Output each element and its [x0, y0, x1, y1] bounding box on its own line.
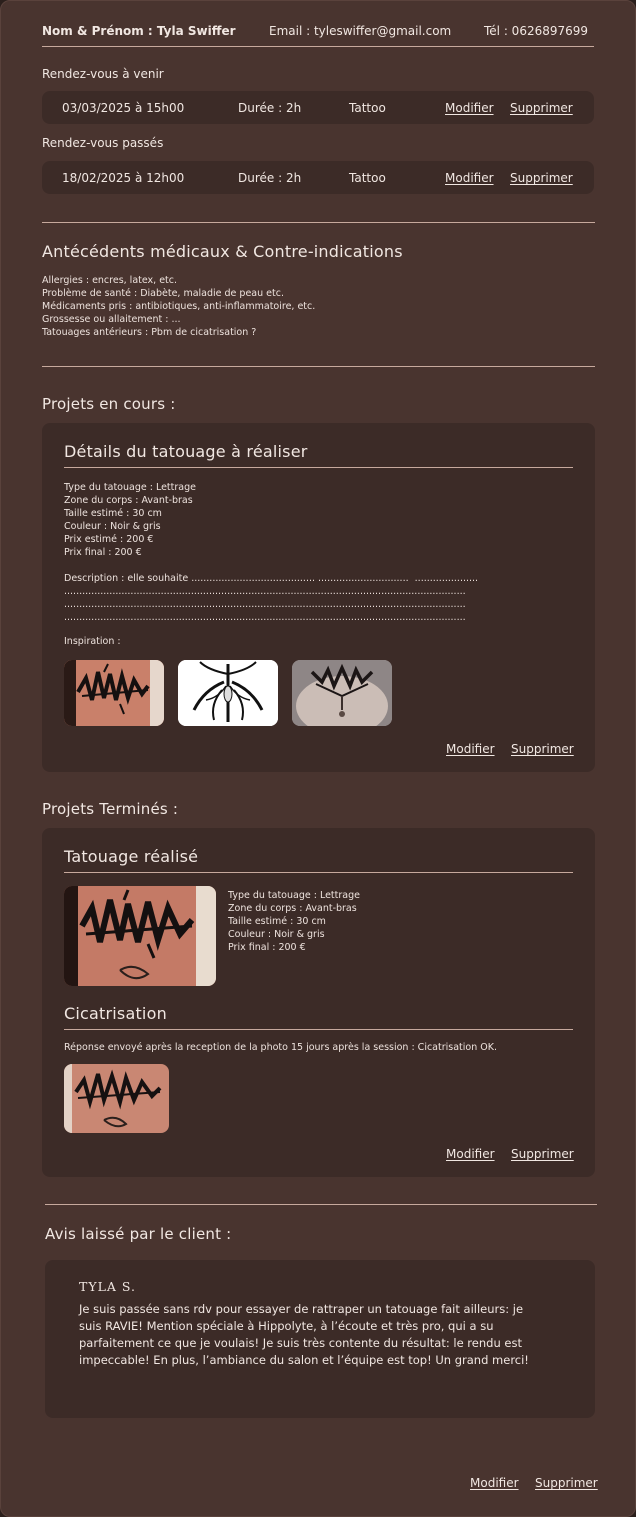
past-appointment-row: 18/02/2025 à 12h00 Durée : 2h Tattoo Mod…	[42, 161, 594, 194]
edit-finished-project-link[interactable]: Modifier	[446, 1147, 495, 1161]
section-divider	[42, 366, 595, 367]
edit-profile-link[interactable]: Modifier	[470, 1476, 519, 1490]
client-profile-page: Nom & Prénom : Tyla Swiffer Email : tyle…	[0, 0, 636, 1517]
delete-current-project-link[interactable]: Supprimer	[511, 742, 574, 756]
tattoo-description: Description : elle souhaite ............…	[64, 573, 479, 623]
past-title: Rendez-vous passés	[42, 136, 164, 150]
appointment-duration: Durée : 2h	[238, 171, 302, 185]
edit-current-project-link[interactable]: Modifier	[446, 742, 495, 756]
card-divider	[64, 467, 573, 468]
appointment-date: 03/03/2025 à 15h00	[62, 101, 185, 115]
upcoming-title: Rendez-vous à venir	[42, 67, 164, 81]
client-phone: Tél : 0626897699	[484, 24, 589, 38]
current-projects-title: Projets en cours :	[42, 395, 176, 413]
inspiration-image-2[interactable]	[178, 660, 278, 726]
healing-title: Cicatrisation	[64, 1004, 167, 1023]
current-project-card-title: Détails du tatouage à réaliser	[64, 442, 308, 461]
lettering-tattoo-photo-icon	[64, 886, 216, 986]
lettering-tattoo-photo-icon	[64, 660, 164, 726]
finished-project-card-title: Tatouage réalisé	[64, 847, 199, 866]
healing-text: Réponse envoyé après la reception de la …	[64, 1042, 497, 1053]
edit-past-link[interactable]: Modifier	[445, 171, 494, 185]
appointment-duration: Durée : 2h	[238, 101, 302, 115]
appointment-type: Tattoo	[349, 101, 386, 115]
medical-title: Antécédents médicaux & Contre-indication…	[42, 242, 403, 261]
section-divider	[45, 1204, 597, 1205]
neck-tattoo-photo-icon	[292, 660, 392, 726]
card-divider	[64, 1029, 573, 1030]
delete-upcoming-link[interactable]: Supprimer	[510, 101, 573, 115]
card-divider	[64, 872, 573, 873]
finished-tattoo-image[interactable]	[64, 886, 216, 986]
finished-project-card: Tatouage réalisé Type du tatouage : Lett…	[42, 828, 595, 1177]
client-email: Email : tyleswiffer@gmail.com	[269, 24, 452, 38]
section-divider	[42, 222, 595, 223]
inspiration-label: Inspiration :	[64, 636, 121, 647]
finished-tattoo-details: Type du tatouage : Lettrage Zone du corp…	[228, 890, 360, 953]
lettering-tattoo-photo-icon	[64, 1064, 169, 1133]
finished-projects-title: Projets Terminés :	[42, 800, 179, 818]
delete-past-link[interactable]: Supprimer	[510, 171, 573, 185]
ornament-drawing-icon	[178, 660, 278, 726]
inspiration-image-3[interactable]	[292, 660, 392, 726]
header-divider	[42, 46, 594, 47]
inspiration-image-1[interactable]	[64, 660, 164, 726]
delete-profile-link[interactable]: Supprimer	[535, 1476, 598, 1490]
upcoming-appointment-row: 03/03/2025 à 15h00 Durée : 2h Tattoo Mod…	[42, 91, 594, 124]
current-project-card: Détails du tatouage à réaliser Type du t…	[42, 423, 595, 772]
edit-upcoming-link[interactable]: Modifier	[445, 101, 494, 115]
delete-finished-project-link[interactable]: Supprimer	[511, 1147, 574, 1161]
appointment-type: Tattoo	[349, 171, 386, 185]
tattoo-details: Type du tatouage : Lettrage Zone du corp…	[64, 482, 196, 558]
review-text: Je suis passée sans rdv pour essayer de …	[79, 1302, 529, 1367]
review-author: TYLA S.	[79, 1279, 136, 1294]
medical-details: Allergies : encres, latex, etc. Problème…	[42, 275, 316, 338]
client-name: Nom & Prénom : Tyla Swiffer	[42, 24, 236, 38]
review-section-title: Avis laissé par le client :	[45, 1225, 232, 1243]
healing-image[interactable]	[64, 1064, 169, 1133]
appointment-date: 18/02/2025 à 12h00	[62, 171, 185, 185]
